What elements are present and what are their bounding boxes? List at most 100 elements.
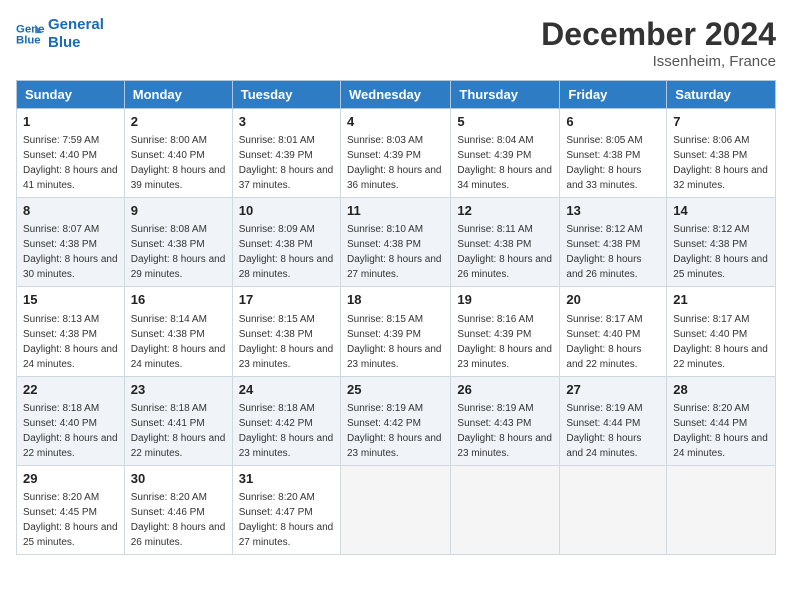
cell-info: Sunrise: 8:10 AMSunset: 4:38 PMDaylight:… (347, 224, 442, 280)
calendar-cell: 31 Sunrise: 8:20 AMSunset: 4:47 PMDaylig… (232, 465, 340, 554)
calendar-cell: 1 Sunrise: 7:59 AMSunset: 4:40 PMDayligh… (17, 109, 125, 198)
day-number: 2 (131, 113, 226, 131)
svg-text:General: General (16, 23, 44, 35)
day-number: 6 (566, 113, 660, 131)
cell-info: Sunrise: 8:11 AMSunset: 4:38 PMDaylight:… (457, 224, 552, 280)
location-subtitle: Issenheim, France (541, 53, 776, 70)
calendar-table: SundayMondayTuesdayWednesdayThursdayFrid… (16, 80, 776, 555)
day-number: 19 (457, 291, 553, 309)
title-area: December 2024 Issenheim, France (541, 16, 776, 70)
day-number: 16 (131, 291, 226, 309)
cell-info: Sunrise: 8:20 AMSunset: 4:47 PMDaylight:… (239, 492, 334, 548)
calendar-week-row: 15 Sunrise: 8:13 AMSunset: 4:38 PMDaylig… (17, 287, 776, 376)
day-of-week-header: Tuesday (232, 81, 340, 109)
cell-info: Sunrise: 8:06 AMSunset: 4:38 PMDaylight:… (673, 135, 768, 191)
cell-info: Sunrise: 8:12 AMSunset: 4:38 PMDaylight:… (566, 224, 642, 280)
cell-info: Sunrise: 8:00 AMSunset: 4:40 PMDaylight:… (131, 135, 226, 191)
logo-text: GeneralBlue (48, 16, 104, 52)
calendar-week-row: 22 Sunrise: 8:18 AMSunset: 4:40 PMDaylig… (17, 376, 776, 465)
calendar-cell: 11 Sunrise: 8:10 AMSunset: 4:38 PMDaylig… (340, 198, 450, 287)
cell-info: Sunrise: 8:01 AMSunset: 4:39 PMDaylight:… (239, 135, 334, 191)
calendar-cell: 26 Sunrise: 8:19 AMSunset: 4:43 PMDaylig… (451, 376, 560, 465)
calendar-cell: 23 Sunrise: 8:18 AMSunset: 4:41 PMDaylig… (124, 376, 232, 465)
calendar-cell: 14 Sunrise: 8:12 AMSunset: 4:38 PMDaylig… (667, 198, 776, 287)
cell-info: Sunrise: 8:15 AMSunset: 4:38 PMDaylight:… (239, 314, 334, 370)
cell-info: Sunrise: 8:12 AMSunset: 4:38 PMDaylight:… (673, 224, 768, 280)
calendar-cell: 8 Sunrise: 8:07 AMSunset: 4:38 PMDayligh… (17, 198, 125, 287)
calendar-cell: 2 Sunrise: 8:00 AMSunset: 4:40 PMDayligh… (124, 109, 232, 198)
day-number: 30 (131, 470, 226, 488)
day-number: 1 (23, 113, 118, 131)
day-number: 27 (566, 381, 660, 399)
day-number: 22 (23, 381, 118, 399)
day-number: 7 (673, 113, 769, 131)
day-number: 3 (239, 113, 334, 131)
calendar-header-row: SundayMondayTuesdayWednesdayThursdayFrid… (17, 81, 776, 109)
calendar-week-row: 29 Sunrise: 8:20 AMSunset: 4:45 PMDaylig… (17, 465, 776, 554)
day-number: 5 (457, 113, 553, 131)
day-of-week-header: Thursday (451, 81, 560, 109)
cell-info: Sunrise: 8:08 AMSunset: 4:38 PMDaylight:… (131, 224, 226, 280)
calendar-cell: 7 Sunrise: 8:06 AMSunset: 4:38 PMDayligh… (667, 109, 776, 198)
page-header: General Blue GeneralBlue December 2024 I… (16, 16, 776, 70)
cell-info: Sunrise: 8:19 AMSunset: 4:43 PMDaylight:… (457, 403, 552, 459)
calendar-cell: 27 Sunrise: 8:19 AMSunset: 4:44 PMDaylig… (560, 376, 667, 465)
day-number: 26 (457, 381, 553, 399)
cell-info: Sunrise: 8:09 AMSunset: 4:38 PMDaylight:… (239, 224, 334, 280)
calendar-cell (340, 465, 450, 554)
day-number: 13 (566, 202, 660, 220)
cell-info: Sunrise: 8:14 AMSunset: 4:38 PMDaylight:… (131, 314, 226, 370)
day-of-week-header: Sunday (17, 81, 125, 109)
cell-info: Sunrise: 8:18 AMSunset: 4:41 PMDaylight:… (131, 403, 226, 459)
cell-info: Sunrise: 8:15 AMSunset: 4:39 PMDaylight:… (347, 314, 442, 370)
calendar-cell: 5 Sunrise: 8:04 AMSunset: 4:39 PMDayligh… (451, 109, 560, 198)
month-title: December 2024 (541, 16, 776, 53)
calendar-week-row: 1 Sunrise: 7:59 AMSunset: 4:40 PMDayligh… (17, 109, 776, 198)
cell-info: Sunrise: 8:20 AMSunset: 4:44 PMDaylight:… (673, 403, 768, 459)
cell-info: Sunrise: 8:04 AMSunset: 4:39 PMDaylight:… (457, 135, 552, 191)
calendar-cell (667, 465, 776, 554)
calendar-cell: 17 Sunrise: 8:15 AMSunset: 4:38 PMDaylig… (232, 287, 340, 376)
day-of-week-header: Friday (560, 81, 667, 109)
calendar-cell: 21 Sunrise: 8:17 AMSunset: 4:40 PMDaylig… (667, 287, 776, 376)
cell-info: Sunrise: 8:18 AMSunset: 4:42 PMDaylight:… (239, 403, 334, 459)
logo-icon: General Blue (16, 20, 44, 48)
day-number: 10 (239, 202, 334, 220)
day-number: 29 (23, 470, 118, 488)
day-number: 28 (673, 381, 769, 399)
day-number: 18 (347, 291, 444, 309)
calendar-cell: 4 Sunrise: 8:03 AMSunset: 4:39 PMDayligh… (340, 109, 450, 198)
cell-info: Sunrise: 8:19 AMSunset: 4:42 PMDaylight:… (347, 403, 442, 459)
calendar-cell: 16 Sunrise: 8:14 AMSunset: 4:38 PMDaylig… (124, 287, 232, 376)
day-number: 8 (23, 202, 118, 220)
calendar-cell: 3 Sunrise: 8:01 AMSunset: 4:39 PMDayligh… (232, 109, 340, 198)
calendar-cell: 19 Sunrise: 8:16 AMSunset: 4:39 PMDaylig… (451, 287, 560, 376)
calendar-cell: 13 Sunrise: 8:12 AMSunset: 4:38 PMDaylig… (560, 198, 667, 287)
cell-info: Sunrise: 8:20 AMSunset: 4:45 PMDaylight:… (23, 492, 118, 548)
calendar-cell: 10 Sunrise: 8:09 AMSunset: 4:38 PMDaylig… (232, 198, 340, 287)
day-number: 20 (566, 291, 660, 309)
calendar-body: 1 Sunrise: 7:59 AMSunset: 4:40 PMDayligh… (17, 109, 776, 555)
calendar-cell: 18 Sunrise: 8:15 AMSunset: 4:39 PMDaylig… (340, 287, 450, 376)
calendar-cell: 15 Sunrise: 8:13 AMSunset: 4:38 PMDaylig… (17, 287, 125, 376)
day-number: 31 (239, 470, 334, 488)
calendar-cell: 25 Sunrise: 8:19 AMSunset: 4:42 PMDaylig… (340, 376, 450, 465)
cell-info: Sunrise: 8:13 AMSunset: 4:38 PMDaylight:… (23, 314, 118, 370)
day-number: 23 (131, 381, 226, 399)
calendar-cell: 9 Sunrise: 8:08 AMSunset: 4:38 PMDayligh… (124, 198, 232, 287)
cell-info: Sunrise: 8:03 AMSunset: 4:39 PMDaylight:… (347, 135, 442, 191)
cell-info: Sunrise: 8:18 AMSunset: 4:40 PMDaylight:… (23, 403, 118, 459)
day-number: 17 (239, 291, 334, 309)
cell-info: Sunrise: 8:07 AMSunset: 4:38 PMDaylight:… (23, 224, 118, 280)
cell-info: Sunrise: 8:17 AMSunset: 4:40 PMDaylight:… (566, 314, 642, 370)
cell-info: Sunrise: 8:05 AMSunset: 4:38 PMDaylight:… (566, 135, 642, 191)
calendar-cell: 28 Sunrise: 8:20 AMSunset: 4:44 PMDaylig… (667, 376, 776, 465)
cell-info: Sunrise: 8:16 AMSunset: 4:39 PMDaylight:… (457, 314, 552, 370)
calendar-cell (560, 465, 667, 554)
day-number: 21 (673, 291, 769, 309)
calendar-cell: 12 Sunrise: 8:11 AMSunset: 4:38 PMDaylig… (451, 198, 560, 287)
calendar-week-row: 8 Sunrise: 8:07 AMSunset: 4:38 PMDayligh… (17, 198, 776, 287)
calendar-cell: 30 Sunrise: 8:20 AMSunset: 4:46 PMDaylig… (124, 465, 232, 554)
calendar-cell: 6 Sunrise: 8:05 AMSunset: 4:38 PMDayligh… (560, 109, 667, 198)
cell-info: Sunrise: 7:59 AMSunset: 4:40 PMDaylight:… (23, 135, 118, 191)
